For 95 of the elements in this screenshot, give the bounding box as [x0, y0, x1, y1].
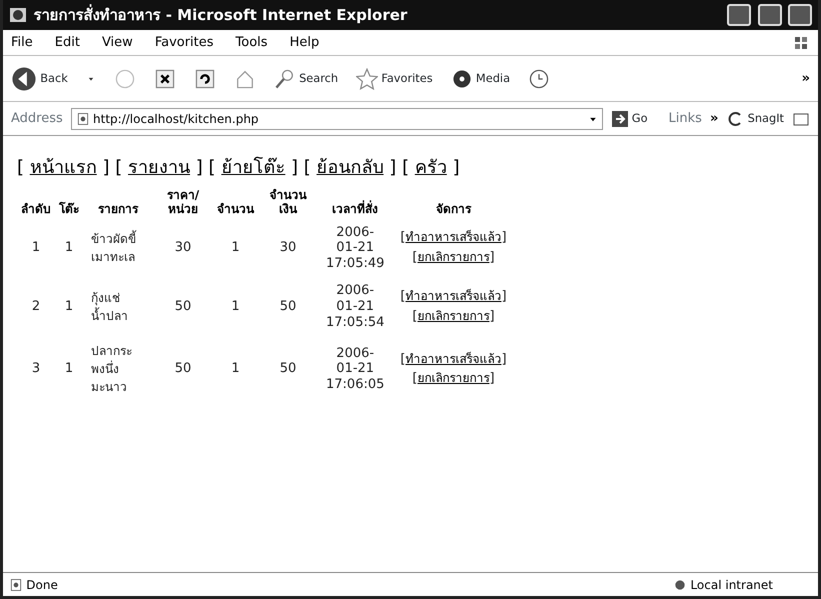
column-header: เวลาที่สั่ง	[331, 199, 380, 218]
table-cell-text: 1	[64, 298, 74, 316]
table-cell-text: 1	[64, 360, 74, 378]
table-cell-text: 30	[174, 239, 192, 258]
links-label[interactable]: Links	[668, 108, 702, 128]
table-cell-text: 1	[64, 239, 74, 258]
bracket: [	[412, 308, 418, 324]
status-text: Done	[26, 576, 59, 594]
media-button[interactable]: Media	[450, 68, 510, 90]
bracket: ]	[291, 157, 298, 178]
action-link[interactable]: ทำอาหารเสร็จแล้ว	[405, 230, 502, 244]
table-cell-text: 2006-01-21 17:05:49	[325, 224, 386, 273]
bracket: ]	[389, 157, 396, 178]
column-header: ราคา/ หน่วย	[166, 187, 200, 218]
bracket: [	[208, 157, 216, 178]
back-button[interactable]: Back	[11, 66, 68, 92]
table-cell-text: 1	[30, 239, 42, 258]
address-label: Address	[11, 110, 63, 128]
bracket: [	[400, 289, 406, 304]
menu-item[interactable]: Help	[290, 32, 320, 52]
table-cell-text: 30	[278, 239, 298, 258]
bracket: [	[400, 230, 406, 246]
nav-link[interactable]: รายงาน	[128, 157, 190, 178]
nav-link[interactable]: ย้อนกลับ	[316, 157, 384, 178]
column-header: รายการ	[97, 200, 140, 218]
table-cell-text: 2006-01-21 17:05:54	[325, 282, 386, 332]
bracket: [	[412, 371, 418, 386]
window-title: รายการสั่งทำอาหาร - Microsoft Internet Explorer	[34, 4, 408, 26]
intranet-icon	[673, 578, 688, 592]
menu-item[interactable]: View	[102, 32, 133, 52]
table-cell-text: 50	[278, 298, 298, 316]
bracket: ]	[452, 157, 460, 178]
bracket: ]	[489, 308, 495, 324]
nav-link[interactable]: ครัว	[414, 157, 447, 178]
table-cell-text: 1	[230, 239, 241, 258]
bracket: [	[402, 157, 410, 178]
action-link[interactable]: ทำอาหารเสร็จแล้ว	[405, 352, 502, 366]
table-cell-text: 1	[230, 298, 241, 316]
table-cell-text: ปลากระพงนึ่งมะนาว	[90, 343, 133, 396]
menu-item[interactable]: Edit	[54, 32, 80, 52]
table-cell-text: 1	[230, 360, 241, 378]
media-icon	[450, 68, 473, 90]
stop-icon[interactable]	[154, 68, 176, 90]
bracket: ]	[501, 230, 507, 246]
history-icon[interactable]	[528, 68, 550, 90]
bracket: [	[412, 250, 418, 265]
action-link[interactable]: ยกเลิกรายการ	[417, 250, 490, 264]
search-icon	[274, 68, 296, 90]
table-cell-text: 2	[30, 298, 42, 316]
minimize-button[interactable]	[727, 4, 751, 26]
table-cell-text: กุ้งแช่น้ำปลา	[90, 290, 129, 325]
bracket: ]	[489, 250, 495, 265]
browser-icon	[9, 6, 27, 24]
maximize-button[interactable]	[758, 4, 782, 26]
table-cell-text: 50	[174, 360, 192, 378]
links-overflow[interactable]: »	[710, 108, 718, 128]
favorites-button[interactable]: Favorites	[356, 68, 433, 90]
page-icon	[76, 112, 90, 126]
toolbar-overflow[interactable]: »	[802, 68, 810, 88]
column-header: จำนวน	[216, 200, 256, 218]
bracket: [	[17, 157, 24, 178]
nav-link[interactable]: หน้าแรก	[30, 157, 97, 178]
search-button[interactable]: Search	[274, 68, 338, 90]
zone-text: Local intranet	[690, 576, 773, 594]
menu-item[interactable]: Favorites	[154, 32, 214, 52]
action-link[interactable]: ทำอาหารเสร็จแล้ว	[405, 289, 502, 304]
column-header: จำนวน เงิน	[268, 187, 308, 218]
bracket: ]	[489, 371, 495, 386]
table-cell-text: 50	[278, 360, 298, 378]
bracket: ]	[501, 289, 507, 304]
go-button[interactable]: Go	[610, 110, 648, 128]
close-button[interactable]	[788, 4, 812, 26]
table-cell-text: ข้าวผัดขี้เมาทะเล	[90, 229, 138, 266]
bracket: ]	[102, 157, 110, 178]
table-cell-text: 3	[30, 360, 42, 378]
menu-item[interactable]: File	[11, 32, 33, 52]
refresh-icon[interactable]	[194, 68, 216, 90]
action-link[interactable]: ยกเลิกรายการ	[417, 308, 490, 323]
bracket: ]	[196, 157, 203, 178]
menu-item[interactable]: Tools	[236, 32, 268, 52]
column-header: โต๊ะ	[58, 200, 80, 218]
page-done-icon	[9, 578, 23, 592]
star-icon	[356, 68, 378, 90]
column-header: ลำดับ	[20, 200, 52, 218]
table-cell-text: 2006-01-21 17:06:05	[325, 344, 386, 394]
bracket: [	[400, 352, 406, 367]
table-cell-text: 50	[174, 298, 192, 316]
bracket: [	[304, 157, 311, 178]
action-link[interactable]: ยกเลิกรายการ	[417, 371, 490, 386]
bracket: ]	[501, 352, 507, 367]
snagit-button[interactable]: SnagIt	[726, 110, 784, 128]
column-header: จัดการ	[434, 200, 472, 218]
address-field[interactable]: http://localhost/kitchen.php	[70, 108, 603, 130]
bracket: [	[115, 157, 122, 178]
nav-link[interactable]: ย้ายโต๊ะ	[221, 157, 286, 178]
